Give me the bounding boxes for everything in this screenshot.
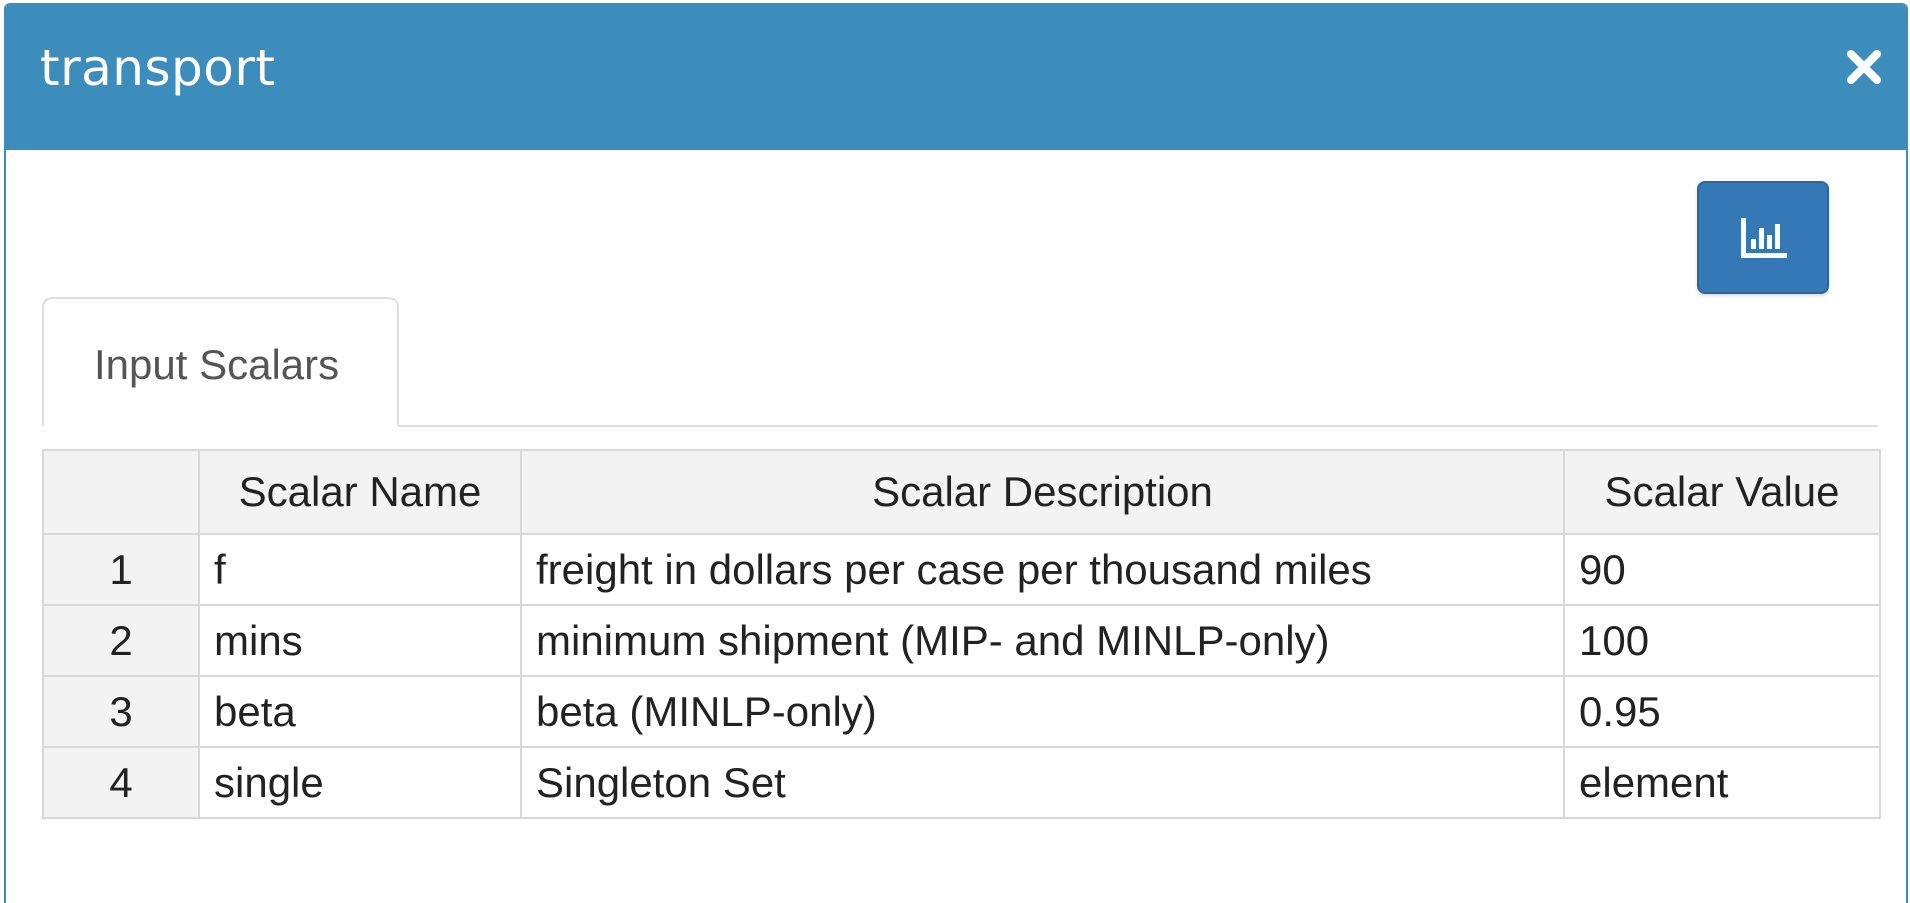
- modal-header: transport: [6, 5, 1906, 150]
- scalars-table: Scalar Name Scalar Description Scalar Va…: [42, 449, 1881, 819]
- column-header-scalar-value[interactable]: Scalar Value: [1563, 449, 1881, 535]
- scalar-value-cell[interactable]: 90: [1563, 533, 1881, 606]
- close-icon: [1847, 50, 1881, 84]
- scalar-name-cell[interactable]: mins: [198, 604, 522, 677]
- row-index-cell: 2: [42, 604, 200, 677]
- row-index-cell: 4: [42, 746, 200, 819]
- tab-label: Input Scalars: [94, 341, 340, 388]
- scalar-description-cell[interactable]: freight in dollars per case per thousand…: [520, 533, 1565, 606]
- tab-input-scalars[interactable]: Input Scalars: [42, 297, 399, 427]
- row-index-cell: 3: [42, 675, 200, 748]
- scalar-value-cell[interactable]: element: [1563, 746, 1881, 819]
- table-row: 2 mins minimum shipment (MIP- and MINLP-…: [42, 604, 1881, 677]
- scalar-description-cell[interactable]: minimum shipment (MIP- and MINLP-only): [520, 604, 1565, 677]
- scalar-value-cell[interactable]: 100: [1563, 604, 1881, 677]
- column-header-scalar-name[interactable]: Scalar Name: [198, 449, 522, 535]
- scalar-name-cell[interactable]: single: [198, 746, 522, 819]
- row-index-cell: 1: [42, 533, 200, 606]
- table-row: 1 f freight in dollars per case per thou…: [42, 533, 1881, 606]
- scalar-value-cell[interactable]: 0.95: [1563, 675, 1881, 748]
- scalar-description-cell[interactable]: Singleton Set: [520, 746, 1565, 819]
- column-header-index: [42, 449, 200, 535]
- bar-chart-icon: [1741, 218, 1787, 258]
- scalar-name-cell[interactable]: beta: [198, 675, 522, 748]
- scalar-description-cell[interactable]: beta (MINLP-only): [520, 675, 1565, 748]
- table-row: 4 single Singleton Set element: [42, 746, 1881, 819]
- modal-dialog: transport Input Scalars Scalar Name Scal…: [4, 3, 1908, 903]
- column-header-scalar-description[interactable]: Scalar Description: [520, 449, 1565, 535]
- chart-view-button[interactable]: [1697, 181, 1829, 294]
- table-row: 3 beta beta (MINLP-only) 0.95: [42, 675, 1881, 748]
- dialog-title: transport: [40, 39, 276, 97]
- close-button[interactable]: [1842, 45, 1886, 89]
- scalar-name-cell[interactable]: f: [198, 533, 522, 606]
- table-header-row: Scalar Name Scalar Description Scalar Va…: [42, 449, 1881, 535]
